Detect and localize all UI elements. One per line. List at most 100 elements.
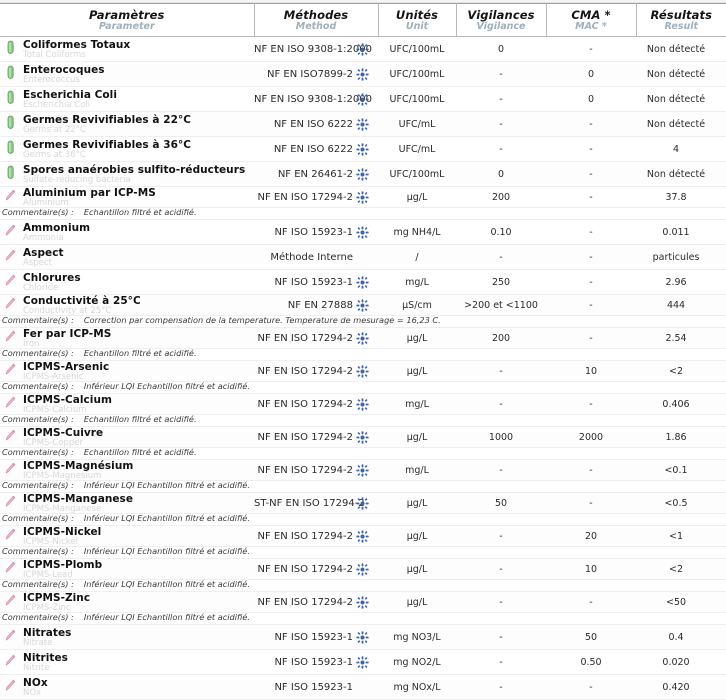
table-row[interactable]: ICPMS-Cuivre ICPMS-Copper NF EN ISO 17294-…: [0, 426, 726, 449]
table-row[interactable]: ICPMS-Plomb ICPMS-Lead NF EN ISO 17294-2 µg…: [0, 558, 726, 581]
parameter-name-en: Total Coliforms: [23, 49, 86, 60]
parameter-cell: Germes Revivifiables à 22°C Germs at 22°C: [0, 111, 254, 138]
parameter-cell: ICPMS-Cuivre ICPMS-Copper: [0, 426, 254, 449]
parameter-name-fr: ICPMS-Zinc: [23, 592, 91, 605]
parameter-name-en: ICPMS-Arsenic: [23, 371, 84, 382]
method-cell: NF EN 26461-2: [254, 161, 356, 188]
parameter-cell: Germes Revivifiables à 36°C Germs at 36°C: [0, 136, 254, 163]
parameter-cell: ICPMS-Nickel ICPMS-Nickel: [0, 525, 254, 548]
comment-text: Inférieur LQI Echantillon filtré et acid…: [83, 480, 250, 491]
result-cell: <1: [636, 525, 726, 548]
method-cell: NF EN ISO 17294-2: [254, 360, 356, 383]
unit-cell: UFC/100mL: [378, 86, 457, 113]
accreditation-cofrac-icon: [356, 496, 378, 510]
parameter-name-en: Chloride: [23, 282, 59, 293]
unit-cell: µg/L: [378, 426, 457, 449]
parameter-name-en: ICPMS-Calcium: [23, 404, 87, 415]
method-cell: NF EN ISO 17294-2: [254, 426, 356, 449]
parameter-name-en: ICPMS-Manganese: [23, 503, 102, 514]
accreditation-cofrac-icon: [356, 92, 378, 106]
table-row[interactable]: Enterocoques Enterococcus NF EN ISO7899-2 U…: [0, 61, 726, 88]
column-header-result-en: Result: [664, 21, 699, 33]
chemistry-flask-icon: [4, 560, 17, 575]
parameter-cell: Enterocoques Enterococcus: [0, 61, 254, 88]
unit-cell: µg/L: [378, 360, 457, 383]
chemistry-flask-icon: [4, 188, 17, 203]
table-row[interactable]: Nitrates Nitrate NF ISO 15923-1 mg NO3/L -50…: [0, 624, 726, 651]
unit-cell: µg/L: [378, 492, 457, 515]
unit-cell: mg NO3/L: [378, 624, 457, 651]
table-row[interactable]: Coliformes Totaux Total Coliforms NF EN IS…: [0, 36, 726, 63]
accreditation-cofrac-icon: [356, 430, 378, 444]
table-row[interactable]: Nitrites Nitrite NF ISO 15923-1 mg NO2/L -0.…: [0, 649, 726, 676]
table-row[interactable]: Escherichia Coli Escherichia Coli NF EN IS…: [0, 86, 726, 113]
result-cell: Non détecté: [636, 36, 726, 63]
cma-cell: -: [546, 36, 637, 63]
table-row[interactable]: ICPMS-Nickel ICPMS-Nickel NF EN ISO 17294-…: [0, 525, 726, 548]
header-row: Paramètres Parameter Méthodes Method Uni…: [0, 2, 726, 38]
parameter-name-fr: ICPMS-Magnésium: [23, 460, 134, 473]
table-row[interactable]: NOx NOx NF ISO 15923-1 mg NOx/L - -0.420: [0, 674, 726, 700]
cma-cell: -: [546, 136, 637, 163]
parameter-name-fr: Nitrites: [23, 652, 68, 665]
table-row[interactable]: Aluminium par ICP-MS Aluminium NF EN ISO 1…: [0, 186, 726, 209]
accreditation-cell: [356, 327, 379, 350]
result-cell: Non détecté: [636, 86, 726, 113]
table-row[interactable]: ICPMS-Magnésium ICPMS-Magnesium NF EN ISO …: [0, 459, 726, 482]
parameter-cell: Escherichia Coli Escherichia Coli: [0, 86, 254, 113]
parameter-name-en: Aspect: [23, 257, 52, 268]
comment-cell: Commentaire(s) : Echantillon filtré et ac…: [0, 207, 726, 221]
cma-cell: 0: [546, 61, 637, 88]
parameter-cell: ICPMS-Magnésium ICPMS-Magnesium: [0, 459, 254, 482]
method-cell: NF EN ISO 17294-2: [254, 558, 356, 581]
result-cell: Non détecté: [636, 161, 726, 188]
unit-cell: UFC/100mL: [378, 61, 457, 88]
comment-row: Commentaire(s) : Echantillon filtré et ac…: [0, 348, 726, 362]
table-row[interactable]: Aspect Aspect Méthode Interne / - - particules: [0, 244, 726, 271]
table-row[interactable]: Fer par ICP-MS Iron NF EN ISO 17294-2 µg/L 2…: [0, 327, 726, 350]
column-header-unit-en: Unit: [405, 21, 429, 33]
accreditation-cell: [356, 219, 379, 246]
unit-cell: UFC/100mL: [378, 161, 457, 188]
parameter-name-en: ICPMS-Nickel: [23, 536, 78, 547]
method-cell: NF EN ISO 9308-1:2000: [254, 36, 372, 63]
result-cell: 0.406: [636, 393, 726, 416]
cma-cell: 0.50: [546, 649, 637, 676]
table-row[interactable]: Ammonium Ammonia NF ISO 15923-1 mg NH4/L 0.1…: [0, 219, 726, 246]
accreditation-cell: [356, 558, 379, 581]
parameter-name-fr: ICPMS-Arsenic: [23, 361, 110, 374]
accreditation-cofrac-icon: [356, 42, 378, 56]
method-cell: NF EN ISO 9308-1:2000: [254, 86, 372, 113]
table-row[interactable]: Germes Revivifiables à 22°C Germs at 22°C…: [0, 111, 726, 138]
parameter-name-fr: Chlorures: [23, 272, 81, 285]
table-row[interactable]: Germes Revivifiables à 36°C Germs at 36°C…: [0, 136, 726, 163]
unit-cell: µg/L: [378, 525, 457, 548]
chemistry-flask-icon: [4, 395, 17, 410]
parameter-name-en: Conductivity at 25°C: [23, 305, 112, 316]
table-row[interactable]: ICPMS-Calcium ICPMS-Calcium NF EN ISO 1729…: [0, 393, 726, 416]
comment-text: Inférieur LQI Echantillon filtré et acid…: [83, 513, 250, 524]
comment-cell: Commentaire(s) : Inférieur LQI Echantillo…: [0, 579, 726, 593]
parameter-name-en: Sulfate-reducing bacteria: [23, 174, 131, 185]
unit-cell: µS/cm: [378, 294, 457, 317]
table-row[interactable]: Chlorures Chloride NF ISO 15923-1 mg/L 250-2…: [0, 269, 726, 296]
method-cell: NF EN ISO7899-2: [254, 61, 356, 88]
comment-row: Commentaire(s) : Inférieur LQI Echantillo…: [0, 513, 726, 527]
accreditation-cell: [356, 111, 379, 138]
unit-cell: /: [378, 244, 457, 271]
table-row[interactable]: Spores anaérobies sulfito-réducteurs Sulf…: [0, 161, 726, 188]
method-cell: Méthode Interne: [254, 244, 356, 271]
chemistry-flask-icon: [4, 296, 17, 311]
comment-cell: Commentaire(s) : Inférieur LQI Echantillo…: [0, 513, 726, 527]
chemistry-flask-icon: [4, 329, 17, 344]
column-header-result-fr: Résultats: [650, 8, 713, 22]
vigilance-cell: -: [456, 61, 547, 88]
parameter-name-fr: Escherichia Coli: [23, 89, 117, 102]
column-header-parameter-fr: Paramètres: [89, 8, 165, 22]
table-row[interactable]: Conductivité à 25°C Conductivity at 25°C N…: [0, 294, 726, 317]
comment-text: Echantillon filtré et acidifié.: [83, 414, 197, 425]
table-row[interactable]: ICPMS-Manganese ICPMS-Manganese ST-NF EN I…: [0, 492, 726, 515]
table-row[interactable]: ICPMS-Arsenic ICPMS-Arsenic NF EN ISO 1729…: [0, 360, 726, 383]
accreditation-cofrac-icon: [356, 67, 378, 81]
table-row[interactable]: ICPMS-Zinc ICPMS-Zinc NF EN ISO 17294-2 µg/…: [0, 591, 726, 614]
